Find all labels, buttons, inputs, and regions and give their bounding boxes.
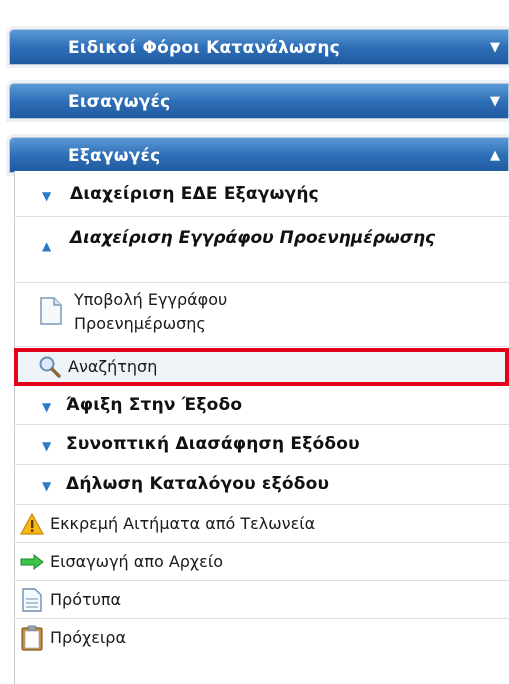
clipboard-icon (21, 625, 43, 651)
menu-group-ede-export[interactable]: ▼ Διαχείριση ΕΔΕ Εξαγωγής (14, 175, 509, 217)
menu-group-label: Διαχείριση ΕΔΕ Εξαγωγής (70, 184, 319, 204)
panel-header-exports[interactable]: Εξαγωγές ▲ (9, 137, 509, 173)
magnifier-icon (39, 356, 61, 378)
menu-link-drafts[interactable]: Πρόχειρα (14, 619, 509, 657)
green-arrow-icon (20, 554, 44, 570)
menu-item-label-line1: Υποβολή Εγγράφου (74, 290, 228, 309)
menu-link-import-from-file[interactable]: Εισαγωγή απο Αρχείο (14, 543, 509, 581)
document-icon (40, 297, 62, 325)
menu-link-label: Πρόχειρα (50, 628, 126, 647)
panel-title: Εξαγωγές (68, 146, 161, 166)
panel-title: Ειδικοί Φόροι Κατανάλωσης (68, 38, 340, 58)
chevron-down-icon: ▼ (490, 40, 500, 55)
menu-link-templates[interactable]: Πρότυπα (14, 581, 509, 619)
menu-group-summary-exit[interactable]: ▼ Συνοπτική Διασάφηση Εξόδου (14, 425, 509, 465)
warning-icon (20, 513, 44, 535)
panel-header-imports[interactable]: Εισαγωγές ▼ (9, 83, 509, 119)
menu-group-pre-notification[interactable]: ▲ Διαχείριση Εγγράφου Προενημέρωσης (14, 217, 509, 283)
menu-group-label: Διαχείριση Εγγράφου Προενημέρωσης (70, 228, 436, 248)
caret-up-icon: ▲ (42, 239, 52, 253)
menu-group-exit-list[interactable]: ▼ Δήλωση Καταλόγου εξόδου (14, 465, 509, 505)
chevron-up-icon: ▲ (490, 148, 500, 163)
menu-link-label: Εισαγωγή απο Αρχείο (50, 552, 224, 571)
menu-link-label: Πρότυπα (50, 590, 122, 609)
chevron-down-icon: ▼ (490, 94, 500, 109)
menu-item-submit-pre-notification[interactable]: Υποβολή Εγγράφου Προενημέρωσης (14, 283, 509, 347)
panel-header-excise[interactable]: Ειδικοί Φόροι Κατανάλωσης ▼ (9, 29, 509, 65)
menu-item-label-line2: Προενημέρωσης (74, 314, 206, 333)
menu-link-pending-requests[interactable]: Εκκρεμή Αιτήματα από Τελωνεία (14, 505, 509, 543)
menu-group-label: Δήλωση Καταλόγου εξόδου (66, 474, 330, 494)
panel-title: Εισαγωγές (68, 92, 171, 112)
menu-group-label: Συνοπτική Διασάφηση Εξόδου (66, 434, 360, 454)
menu-item-label: Αναζήτηση (68, 357, 158, 376)
caret-down-icon: ▼ (42, 400, 52, 414)
menu-link-label: Εκκρεμή Αιτήματα από Τελωνεία (50, 514, 316, 533)
caret-down-icon: ▼ (42, 189, 52, 203)
menu-group-label: Άφιξη Στην Έξοδο (66, 395, 243, 415)
caret-down-icon: ▼ (42, 479, 52, 493)
menu-item-search[interactable]: Αναζήτηση (14, 348, 509, 386)
caret-down-icon: ▼ (42, 439, 52, 453)
document-icon (22, 588, 42, 612)
menu-group-arrival-exit[interactable]: ▼ Άφιξη Στην Έξοδο (14, 387, 509, 425)
